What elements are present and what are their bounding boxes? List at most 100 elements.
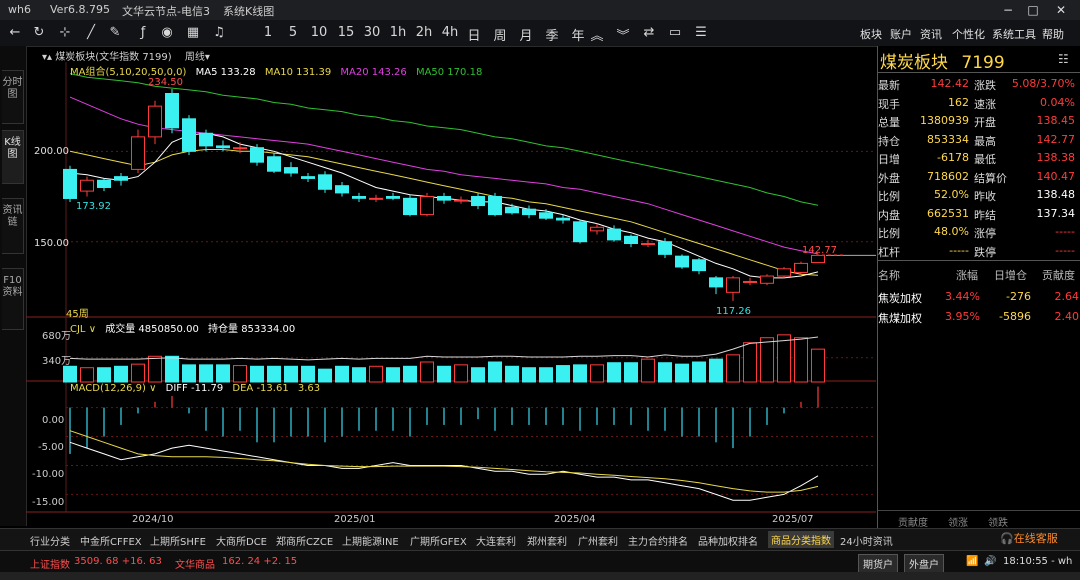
- tab-f10[interactable]: F10资料: [2, 268, 24, 330]
- menu-item-4[interactable]: 系统工具: [992, 26, 1036, 42]
- wh-index-label[interactable]: 文华商品: [175, 556, 215, 571]
- candle: [403, 197, 417, 216]
- period-0[interactable]: 1: [258, 25, 278, 40]
- wh-index-value: 162. 24 +2. 15: [222, 556, 298, 567]
- menu-item-5[interactable]: 帮助: [1042, 26, 1064, 42]
- period-12[interactable]: 年: [568, 25, 588, 44]
- quote-label: 现手: [878, 97, 900, 111]
- macd-label[interactable]: MACD(12,26,9): [70, 383, 146, 394]
- quote-value: 140.47: [1036, 169, 1076, 183]
- candle: [522, 208, 536, 216]
- chart-area[interactable]: ▾▴ 煤炭板块(文华指数 7199) 周线▾ MA组合(5,10,20,50,0…: [26, 46, 876, 528]
- candle: [199, 132, 213, 147]
- macd-dropdown-icon[interactable]: ∨: [146, 383, 156, 394]
- list-icon[interactable]: ☰: [692, 25, 710, 40]
- period-5[interactable]: 1h: [388, 25, 408, 40]
- market-tab[interactable]: 品种加权排名: [698, 533, 758, 548]
- online-service[interactable]: 🎧在线客服: [1000, 530, 1058, 546]
- layout-icon[interactable]: ▭: [666, 25, 684, 40]
- draw-line-icon[interactable]: ╱: [82, 25, 100, 40]
- market-tab[interactable]: 上期能源INE: [342, 533, 399, 548]
- menu-item-1[interactable]: 账户: [890, 26, 912, 42]
- sh-index-label[interactable]: 上证指数: [30, 556, 70, 571]
- period-10[interactable]: 月: [516, 25, 536, 44]
- cursor-icon[interactable]: ⊹: [56, 25, 74, 40]
- grid-icon[interactable]: ▦: [184, 25, 202, 40]
- quote-label: 昨收: [974, 190, 996, 203]
- tab-timeshare[interactable]: 分时图: [2, 70, 24, 124]
- pen-icon[interactable]: ✎: [106, 25, 124, 40]
- cjl-dropdown-icon[interactable]: ∨: [86, 324, 96, 335]
- open-interest-line: [69, 336, 819, 361]
- user-icon[interactable]: ◉: [158, 25, 176, 40]
- market-tab[interactable]: 行业分类: [30, 533, 70, 548]
- tab-leaders-up[interactable]: 领涨: [948, 514, 968, 529]
- menu-item-0[interactable]: 板块: [860, 26, 882, 42]
- period-7[interactable]: 4h: [440, 25, 460, 40]
- period-8[interactable]: 日: [464, 25, 484, 44]
- maximize-icon[interactable]: □: [1025, 2, 1041, 18]
- futures-account-button[interactable]: 期货户: [858, 554, 898, 573]
- quote-value: 1380939: [920, 114, 969, 127]
- component-contrib: 2.64: [1054, 290, 1080, 303]
- tab-news-chain[interactable]: 资讯链: [2, 198, 24, 254]
- period-selector[interactable]: 周线▾: [185, 52, 210, 63]
- component-row[interactable]: 焦煤加权 3.95% -5896 2.40: [878, 308, 1080, 326]
- market-tab[interactable]: 主力合约排名: [628, 533, 688, 548]
- menu-item-3[interactable]: 个性化: [952, 26, 985, 42]
- market-tab[interactable]: 中金所CFFEX: [80, 533, 142, 548]
- market-tab[interactable]: 郑商所CZCE: [276, 533, 333, 548]
- close-icon[interactable]: ✕: [1053, 2, 1069, 18]
- minimize-icon[interactable]: −: [1000, 2, 1016, 18]
- menu-item-2[interactable]: 资讯: [920, 26, 942, 42]
- volume-bar: [165, 355, 179, 383]
- menu-icon[interactable]: ☷: [1058, 52, 1069, 66]
- volume-bar: [709, 358, 723, 383]
- market-tab[interactable]: 郑州套利: [527, 533, 567, 548]
- market-tab[interactable]: 大连套利: [476, 533, 516, 548]
- candle: [777, 268, 791, 277]
- back-icon[interactable]: ←: [6, 25, 24, 40]
- period-11[interactable]: 季: [542, 25, 562, 44]
- market-tab[interactable]: 广期所GFEX: [410, 533, 467, 548]
- cjl-label[interactable]: CJL: [70, 324, 86, 335]
- market-tab[interactable]: 24小时资讯: [840, 533, 893, 548]
- market-tab[interactable]: 商品分类指数: [768, 531, 834, 548]
- zoom-in-icon[interactable]: ︽: [588, 25, 606, 44]
- zoom-out-icon[interactable]: ︾: [614, 25, 632, 44]
- quote-value: 138.38: [1036, 151, 1076, 164]
- period-6[interactable]: 2h: [414, 25, 434, 40]
- alarm-icon[interactable]: ♫: [210, 25, 228, 40]
- foreign-account-button[interactable]: 外盘户: [904, 554, 944, 573]
- candle: [63, 168, 77, 199]
- period-1[interactable]: 5: [283, 25, 303, 40]
- period-4[interactable]: 30: [362, 25, 382, 40]
- volume-bar: [148, 355, 162, 383]
- market-tab[interactable]: 广州套利: [578, 533, 618, 548]
- period-2[interactable]: 10: [309, 25, 329, 40]
- quote-label: 总量: [878, 116, 900, 129]
- quote-value: -----: [1055, 243, 1075, 257]
- compare-icon[interactable]: ⇄: [640, 25, 658, 40]
- candle: [743, 280, 757, 283]
- component-row[interactable]: 焦炭加权 3.44% -276 2.64: [878, 288, 1080, 306]
- speaker-icon[interactable]: 🔊: [984, 556, 996, 567]
- tab-contribution[interactable]: 贡献度: [898, 514, 928, 529]
- server-node[interactable]: 文华云节点-电信3: [122, 3, 210, 19]
- period-9[interactable]: 周: [490, 25, 510, 44]
- market-tab[interactable]: 大商所DCE: [216, 533, 267, 548]
- candle: [420, 196, 434, 216]
- x-label: 2024/10: [132, 514, 174, 525]
- refresh-icon[interactable]: ↻: [30, 25, 48, 40]
- tab-leaders-down[interactable]: 领跌: [988, 514, 1008, 529]
- col-oi: 日增仓: [994, 269, 1027, 282]
- period-3[interactable]: 15: [336, 25, 356, 40]
- market-tab[interactable]: 上期所SHFE: [150, 533, 206, 548]
- instrument-name[interactable]: 煤炭板块(文华指数 7199): [55, 52, 171, 63]
- tab-kline[interactable]: K线图: [2, 130, 24, 184]
- kline-chart[interactable]: [26, 46, 876, 528]
- volume-bar: [318, 368, 332, 383]
- function-icon[interactable]: ƒ: [134, 25, 152, 40]
- quote-value: 718602: [927, 169, 969, 183]
- collapse-icon[interactable]: ▾▴: [42, 52, 52, 63]
